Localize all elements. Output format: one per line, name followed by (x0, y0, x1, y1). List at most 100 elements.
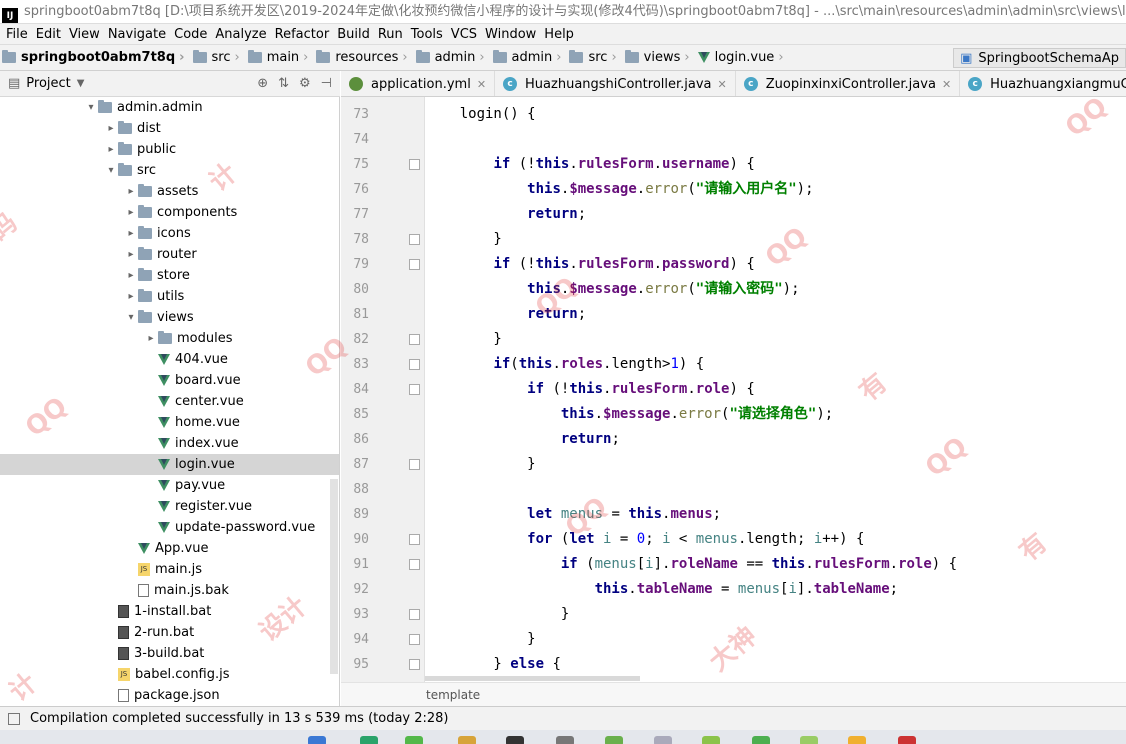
tree-item[interactable]: update-password.vue (144, 517, 315, 538)
tree-item[interactable]: ▸ store (124, 265, 190, 286)
close-icon[interactable]: ✕ (477, 78, 486, 91)
editor-horizontal-scrollbar[interactable] (425, 676, 640, 681)
tree-item[interactable]: App.vue (124, 538, 208, 559)
menu-item-file[interactable]: File (2, 24, 32, 45)
tree-item[interactable]: 3-build.bat (104, 643, 204, 664)
chevron-right-icon[interactable]: ▸ (124, 249, 138, 260)
fold-marker-icon[interactable] (409, 534, 420, 545)
tree-item[interactable]: ▾ src (104, 160, 156, 181)
taskbar-app-icon[interactable] (752, 736, 770, 744)
chevron-right-icon[interactable]: ▸ (124, 186, 138, 197)
tree-item[interactable]: ▾ admin.admin (84, 97, 203, 118)
taskbar-app-icon[interactable] (605, 736, 623, 744)
menu-item-analyze[interactable]: Analyze (211, 24, 270, 45)
hide-panel-icon[interactable]: ⊣ (321, 76, 332, 91)
project-panel-label[interactable]: Project (26, 76, 70, 91)
editor-tab[interactable]: c ZuopinxinxiController.java ✕ (736, 71, 961, 96)
menu-item-edit[interactable]: Edit (32, 24, 65, 45)
taskbar-app-icon[interactable] (654, 736, 672, 744)
chevron-down-icon[interactable]: ▾ (104, 165, 118, 176)
fold-marker-icon[interactable] (409, 659, 420, 670)
menu-item-refactor[interactable]: Refactor (271, 24, 334, 45)
nav-crumb[interactable]: springboot0abm7t8q › (0, 50, 191, 65)
taskbar-app-icon[interactable] (556, 736, 574, 744)
tree-item[interactable]: ▸ modules (144, 328, 233, 349)
tree-item[interactable]: ▸ utils (124, 286, 184, 307)
chevron-right-icon[interactable]: ▸ (124, 270, 138, 281)
chevron-down-icon[interactable]: ▾ (84, 102, 98, 113)
fold-marker-icon[interactable] (409, 384, 420, 395)
nav-crumb[interactable]: admin › (414, 50, 491, 65)
menu-item-tools[interactable]: Tools (407, 24, 447, 45)
tree-item[interactable]: 2-run.bat (104, 622, 194, 643)
menu-item-code[interactable]: Code (170, 24, 211, 45)
fold-marker-icon[interactable] (409, 234, 420, 245)
taskbar-app-icon[interactable] (898, 736, 916, 744)
tree-item[interactable]: ▸ assets (124, 181, 198, 202)
tree-item[interactable]: ▸ components (124, 202, 237, 223)
nav-crumb[interactable]: main › (246, 50, 315, 65)
tree-item[interactable]: ▸ public (104, 139, 176, 160)
fold-marker-icon[interactable] (409, 259, 420, 270)
editor-tab[interactable]: application.yml ✕ (341, 71, 496, 96)
menu-item-help[interactable]: Help (540, 24, 578, 45)
tree-item[interactable]: package.json (104, 685, 220, 706)
tree-item[interactable]: JS babel.config.js (104, 664, 230, 685)
run-configuration-selector[interactable]: ▣ SpringbootSchemaAp (953, 48, 1126, 68)
tree-item[interactable]: board.vue (144, 370, 241, 391)
tree-item[interactable]: main.js.bak (124, 580, 229, 601)
close-icon[interactable]: ✕ (942, 78, 951, 91)
chevron-right-icon[interactable]: ▸ (124, 207, 138, 218)
taskbar-app-icon[interactable] (506, 736, 524, 744)
chevron-down-icon[interactable]: ▾ (124, 312, 138, 323)
fold-marker-icon[interactable] (409, 359, 420, 370)
nav-crumb[interactable]: src › (191, 50, 246, 65)
taskbar-app-icon[interactable] (405, 736, 423, 744)
tree-item[interactable]: 1-install.bat (104, 601, 211, 622)
close-icon[interactable]: ✕ (718, 78, 727, 91)
chevron-right-icon[interactable]: ▸ (104, 123, 118, 134)
editor-breadcrumb[interactable]: template (341, 682, 1126, 706)
tree-item[interactable]: ▸ dist (104, 118, 161, 139)
nav-crumb[interactable]: src › (567, 50, 622, 65)
tree-item[interactable]: register.vue (144, 496, 252, 517)
fold-marker-icon[interactable] (409, 559, 420, 570)
fold-marker-icon[interactable] (409, 159, 420, 170)
fold-marker-icon[interactable] (409, 609, 420, 620)
tree-item[interactable]: pay.vue (144, 475, 225, 496)
code-editor[interactable]: login() { if (!this.rulesForm.username) … (426, 97, 1126, 682)
editor-tab[interactable]: c HuazhuangshiController.java ✕ (495, 71, 736, 96)
tree-item[interactable]: 404.vue (144, 349, 228, 370)
menu-item-view[interactable]: View (65, 24, 104, 45)
tree-item[interactable]: ▸ router (124, 244, 197, 265)
menu-item-run[interactable]: Run (374, 24, 407, 45)
locate-file-icon[interactable]: ⊕ (257, 76, 268, 91)
taskbar-app-icon[interactable] (800, 736, 818, 744)
menu-item-navigate[interactable]: Navigate (104, 24, 170, 45)
nav-crumb[interactable]: views › (623, 50, 696, 65)
tree-item[interactable]: center.vue (144, 391, 244, 412)
gear-icon[interactable]: ⚙ (299, 76, 311, 91)
chevron-right-icon[interactable]: ▸ (144, 333, 158, 344)
fold-marker-icon[interactable] (409, 634, 420, 645)
chevron-right-icon[interactable]: ▸ (124, 228, 138, 239)
menu-item-build[interactable]: Build (333, 24, 374, 45)
editor-tab[interactable]: cHuazhuangxiangmuController.ja✕ (960, 71, 1126, 96)
chevron-down-icon[interactable]: ▼ (77, 78, 85, 89)
taskbar-app-icon[interactable] (360, 736, 378, 744)
tree-item[interactable]: index.vue (144, 433, 239, 454)
tree-item[interactable]: home.vue (144, 412, 240, 433)
taskbar-app-icon[interactable] (702, 736, 720, 744)
collapse-all-icon[interactable]: ⇅ (278, 76, 289, 91)
taskbar-app-icon[interactable] (848, 736, 866, 744)
tool-windows-icon[interactable] (8, 712, 20, 725)
chevron-right-icon[interactable]: ▸ (104, 144, 118, 155)
chevron-right-icon[interactable]: ▸ (124, 291, 138, 302)
nav-crumb[interactable]: login.vue › (696, 50, 790, 65)
tree-item[interactable]: ▸ icons (124, 223, 191, 244)
fold-marker-icon[interactable] (409, 459, 420, 470)
taskbar-app-icon[interactable] (458, 736, 476, 744)
nav-crumb[interactable]: admin › (491, 50, 568, 65)
tree-item[interactable]: login.vue (0, 454, 339, 475)
tree-item[interactable]: JS main.js (124, 559, 202, 580)
